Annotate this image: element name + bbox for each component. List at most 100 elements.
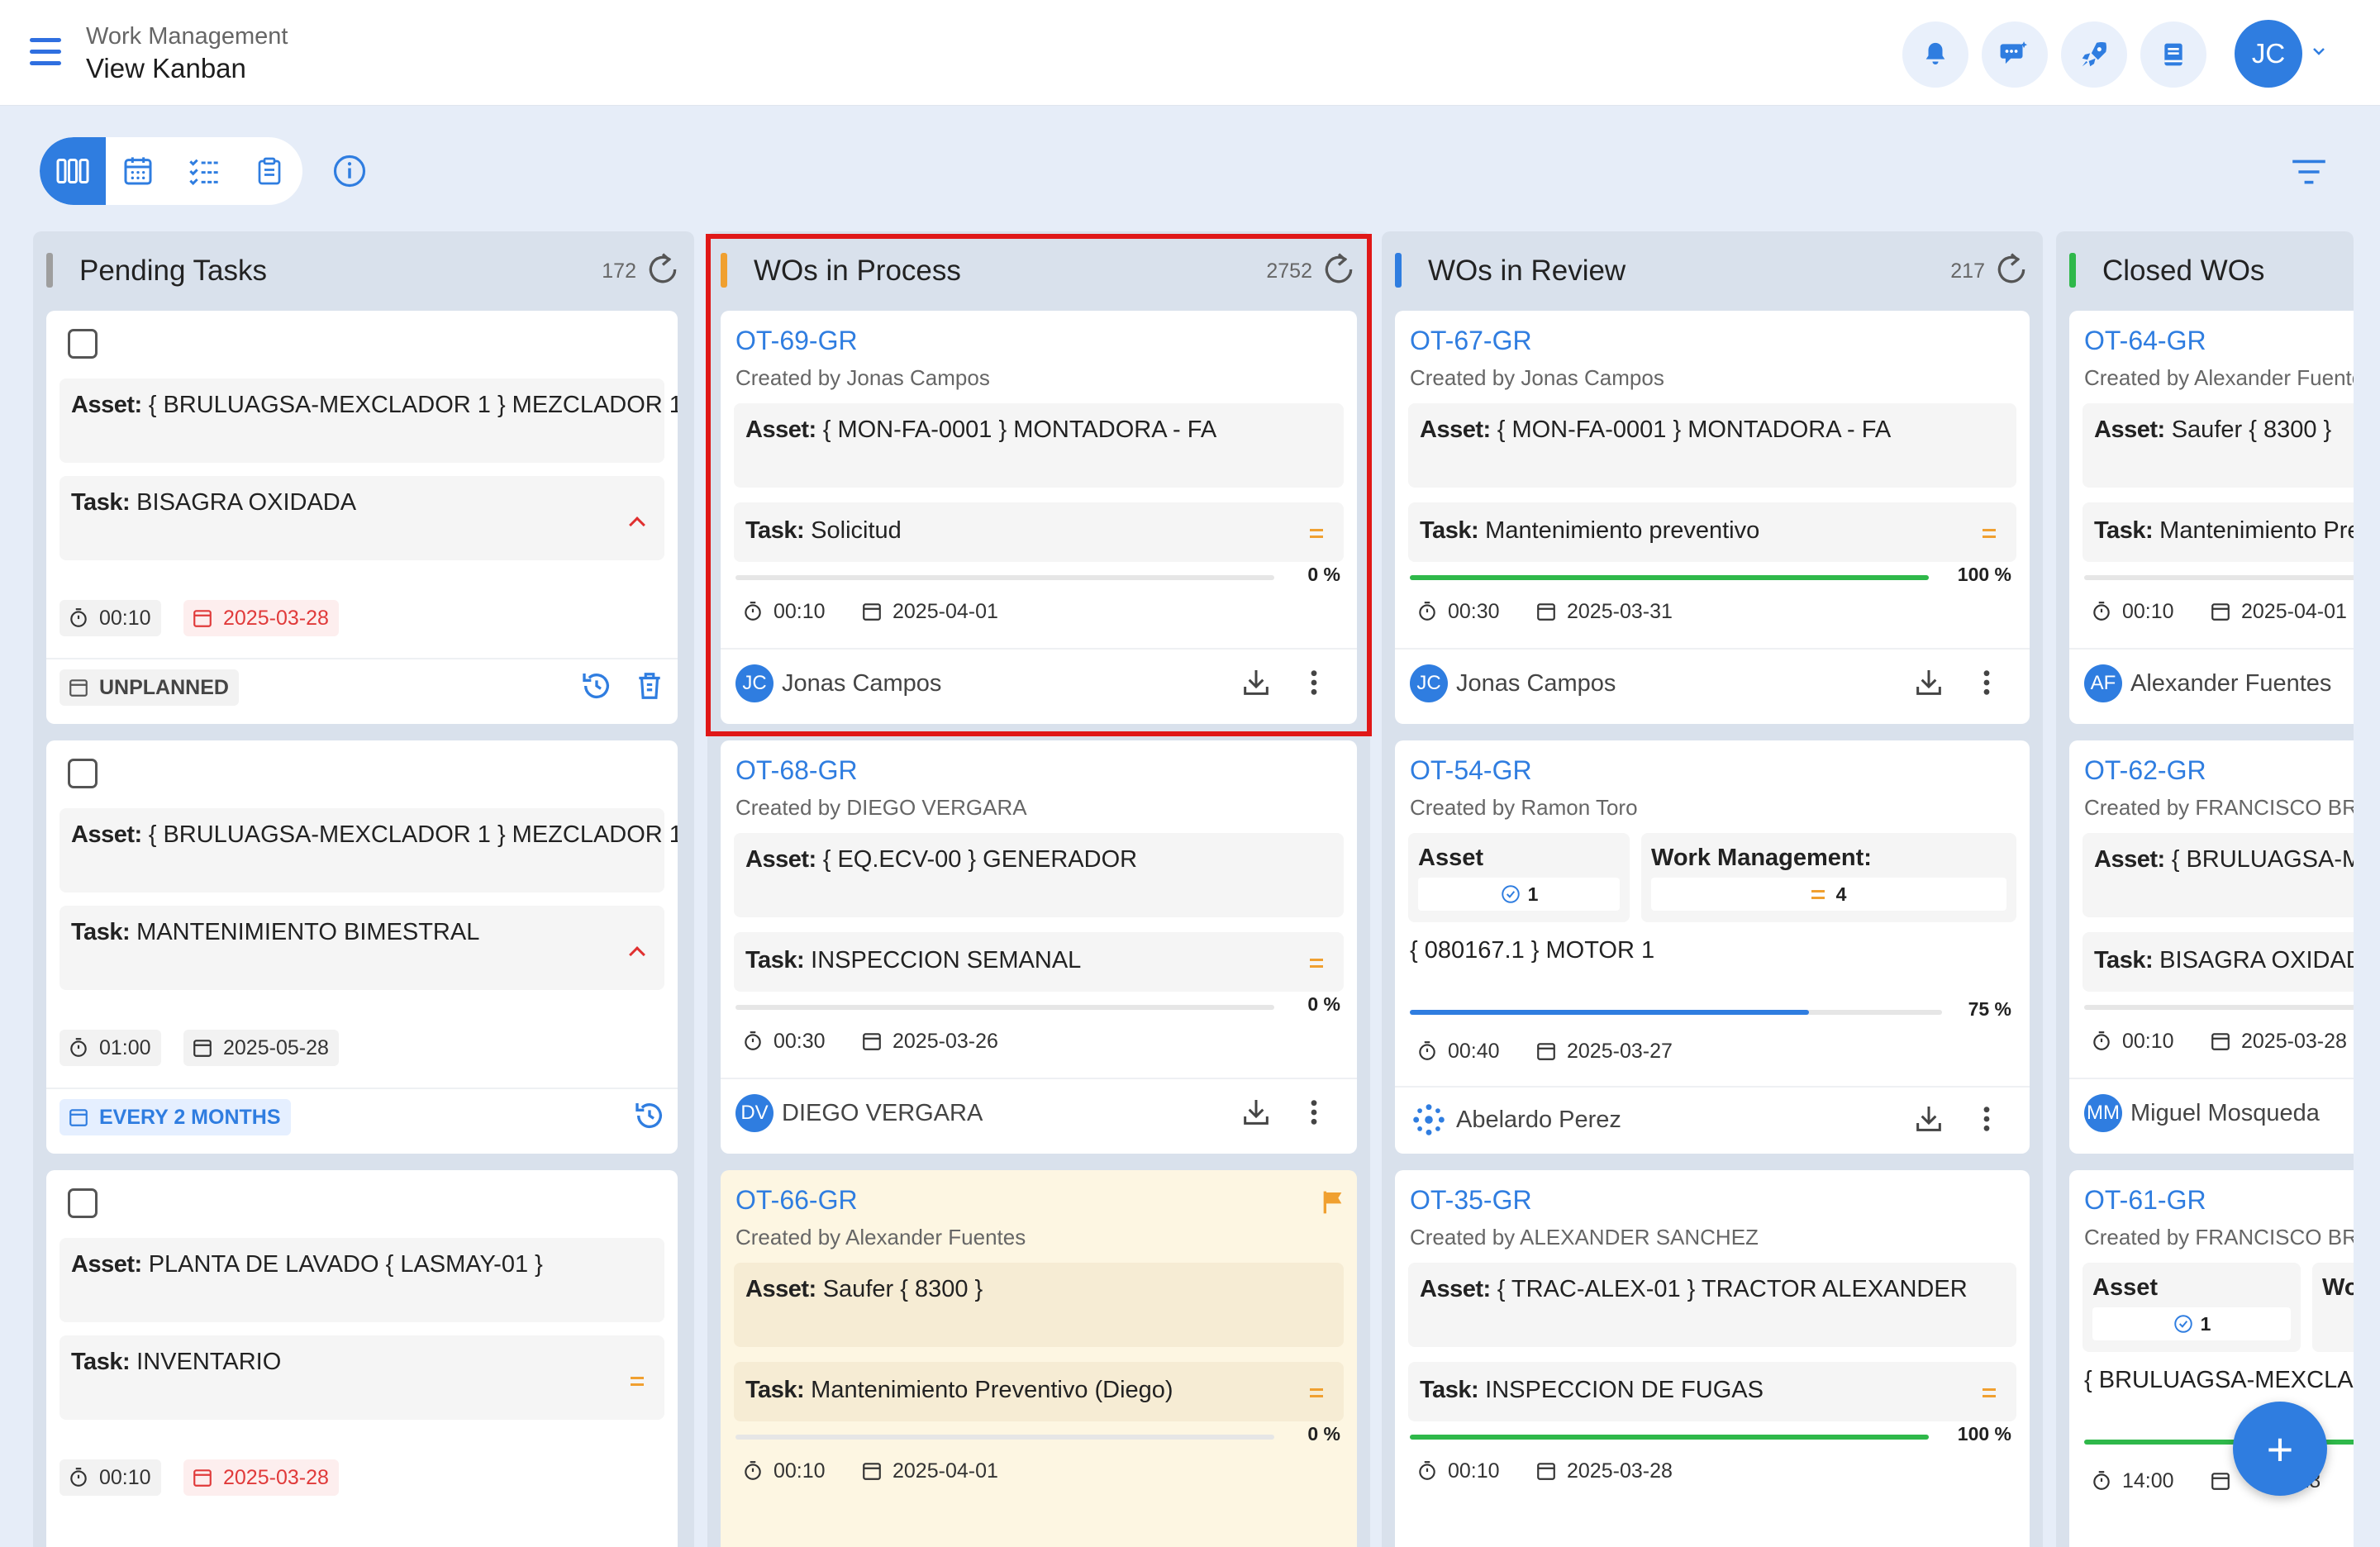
- kanban-view-button[interactable]: [40, 137, 106, 205]
- assignee-name: Jonas Campos: [782, 669, 942, 697]
- user-avatar[interactable]: JC: [2235, 20, 2302, 88]
- filter-icon[interactable]: [2291, 157, 2327, 187]
- chat-button[interactable]: [1982, 21, 2048, 88]
- refresh-icon[interactable]: [1321, 251, 1357, 288]
- asset-count-value: 1: [1527, 883, 1539, 905]
- card-checkbox[interactable]: [68, 1188, 98, 1218]
- assignee-avatar: JC: [735, 664, 774, 702]
- chevron-down-icon[interactable]: [2309, 41, 2329, 61]
- asset-box: Asset: { MON-FA-0001 } MONTADORA - FA: [1408, 403, 2016, 488]
- assignee-name: Miguel Mosqueda: [2130, 1099, 2320, 1126]
- work-order-card[interactable]: OT-61-GR Created by FRANCISCO BRU Asset …: [2069, 1170, 2354, 1547]
- work-order-card[interactable]: OT-69-GR Created by Jonas Campos Asset: …: [721, 311, 1357, 724]
- more-button[interactable]: [1968, 1101, 2005, 1137]
- task-value: INSPECCION DE FUGAS: [1478, 1377, 1764, 1403]
- task-label: Task:: [71, 919, 131, 945]
- work-order-id[interactable]: OT-67-GR: [1410, 326, 1532, 356]
- column-color-bar: [2069, 253, 2076, 288]
- calendar-icon: [2211, 1473, 2230, 1490]
- checklist-view-button[interactable]: [171, 137, 237, 205]
- flag-icon[interactable]: [1321, 1188, 1347, 1216]
- more-vertical-icon: [1311, 1100, 1317, 1125]
- progress-bar: [735, 1005, 1274, 1010]
- work-order-card[interactable]: OT-67-GR Created by Jonas Campos Asset: …: [1395, 311, 2030, 724]
- calendar-repeat-icon: [69, 1109, 88, 1126]
- asset-label: Asset:: [745, 416, 816, 443]
- timer-icon: [1419, 602, 1435, 621]
- due-date-chip: 2025-03-28: [183, 1459, 339, 1496]
- kanban-icon: [56, 159, 89, 183]
- trash-icon: [639, 673, 660, 699]
- task-box: Task: BISAGRA OXIDADA: [2082, 932, 2354, 992]
- work-order-card[interactable]: OT-54-GR Created by Ramon Toro Asset 1 W…: [1395, 740, 2030, 1154]
- progress-percent: 0 %: [1307, 993, 1340, 1015]
- launch-button[interactable]: [2061, 21, 2127, 88]
- download-button[interactable]: [1238, 1094, 1274, 1130]
- created-by: Created by Alexander Fuente: [2084, 365, 2354, 390]
- task-value: Mantenimiento Pre: [2153, 517, 2354, 544]
- refresh-icon[interactable]: [645, 251, 681, 288]
- more-button[interactable]: [1296, 664, 1332, 701]
- clipboard-view-button[interactable]: [237, 137, 303, 205]
- progress-percent: 0 %: [1307, 564, 1340, 585]
- info-icon[interactable]: [332, 154, 367, 188]
- task-value: Solicitud: [804, 517, 902, 544]
- work-order-card[interactable]: OT-62-GR Created by FRANCISCO BRU Asset:…: [2069, 740, 2354, 1154]
- work-order-card[interactable]: OT-35-GR Created by ALEXANDER SANCHEZ As…: [1395, 1170, 2030, 1547]
- history-button[interactable]: [631, 1097, 668, 1134]
- work-order-id[interactable]: OT-54-GR: [1410, 755, 1532, 786]
- card-checkbox[interactable]: [68, 759, 98, 788]
- history-button[interactable]: [578, 668, 615, 704]
- due-date-chip: 2025-05-28: [183, 1030, 339, 1066]
- work-order-id[interactable]: OT-69-GR: [735, 326, 858, 356]
- delete-button[interactable]: [631, 668, 668, 704]
- work-order-id[interactable]: OT-68-GR: [735, 755, 858, 786]
- work-order-id[interactable]: OT-64-GR: [2084, 326, 2206, 356]
- work-management-count-value: 4: [1835, 883, 1847, 905]
- column-color-bar: [721, 253, 727, 288]
- view-switcher: [40, 137, 302, 205]
- asset-box: Asset: Saufer { 8300 }: [734, 1263, 1344, 1347]
- task-card[interactable]: Asset: PLANTA DE LAVADO { LASMAY-01 } Ta…: [46, 1170, 678, 1547]
- task-value: BISAGRA OXIDADA: [2159, 947, 2354, 973]
- task-value: BISAGRA OXIDADA: [130, 489, 357, 516]
- more-button[interactable]: [1968, 664, 2005, 701]
- progress-percent: 100 %: [1957, 564, 2011, 585]
- schedule-tag: EVERY 2 MONTHS: [60, 1099, 291, 1135]
- calendar-view-button[interactable]: [106, 137, 172, 205]
- refresh-icon[interactable]: [1993, 251, 2030, 288]
- priority-high-icon: [625, 939, 650, 964]
- docs-button[interactable]: [2140, 21, 2206, 88]
- download-button[interactable]: [1238, 664, 1274, 701]
- due-date-chip: 2025-03-31: [1527, 593, 1683, 630]
- assignee: Abelardo Perez: [1410, 1101, 1621, 1139]
- card-checkbox[interactable]: [68, 329, 98, 359]
- chat-icon: [2000, 41, 2028, 64]
- column-color-bar: [46, 253, 53, 288]
- download-button[interactable]: [1911, 664, 1947, 701]
- task-card[interactable]: Asset: { BRULUAGSA-MEXCLADOR 1 } MEZCLAD…: [46, 740, 678, 1154]
- work-order-card[interactable]: OT-64-GR Created by Alexander Fuente Ass…: [2069, 311, 2354, 724]
- download-button[interactable]: [1911, 1101, 1947, 1137]
- checklist-icon: [189, 159, 218, 186]
- add-work-order-button[interactable]: +: [2233, 1402, 2327, 1496]
- due-date-chip: 2025-03-28: [1527, 1453, 1683, 1489]
- work-order-id[interactable]: OT-61-GR: [2084, 1185, 2206, 1216]
- menu-icon[interactable]: [30, 38, 61, 66]
- task-card[interactable]: Asset: { BRULUAGSA-MEXCLADOR 1 } MEZCLAD…: [46, 311, 678, 724]
- notifications-button[interactable]: [1902, 21, 1968, 88]
- asset-value: { TRAC-ALEX-01 } TRACTOR ALEXANDER: [1490, 1276, 1968, 1302]
- column-header: WOs in Process 2752: [707, 231, 1370, 307]
- work-order-id[interactable]: OT-35-GR: [1410, 1185, 1532, 1216]
- assignee: JC Jonas Campos: [735, 664, 941, 702]
- task-label: Task:: [71, 489, 131, 516]
- work-order-card[interactable]: OT-66-GR Created by Alexander Fuentes As…: [721, 1170, 1357, 1547]
- work-order-id[interactable]: OT-62-GR: [2084, 755, 2206, 786]
- asset-label: Asset:: [71, 392, 142, 418]
- work-order-id[interactable]: OT-66-GR: [735, 1185, 858, 1216]
- column-header: Pending Tasks 172: [33, 231, 694, 307]
- breadcrumb-parent[interactable]: Work Management: [86, 23, 288, 50]
- progress-percent: 0 %: [1307, 1423, 1340, 1445]
- more-button[interactable]: [1296, 1094, 1332, 1130]
- work-order-card[interactable]: OT-68-GR Created by DIEGO VERGARA Asset:…: [721, 740, 1357, 1154]
